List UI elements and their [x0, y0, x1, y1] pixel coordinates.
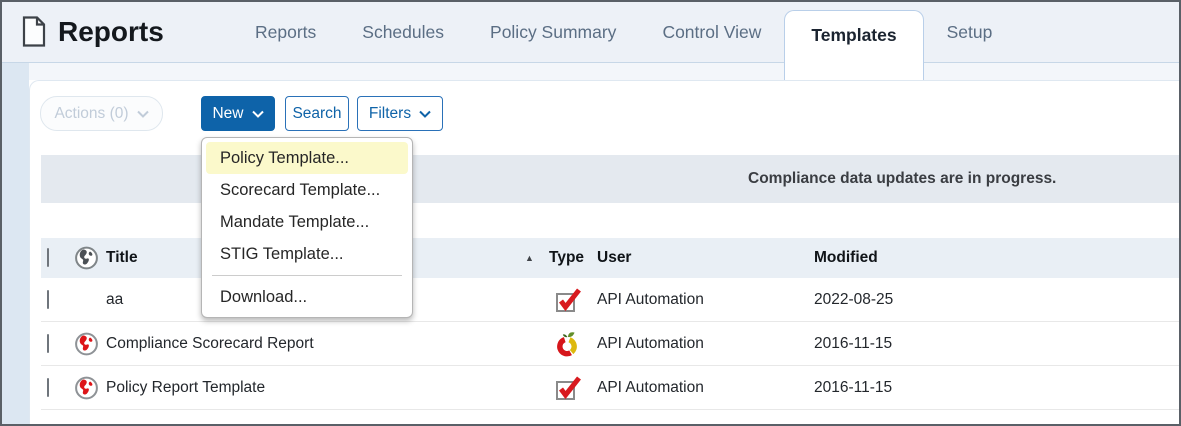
- filters-button-label: Filters: [368, 104, 412, 122]
- policy-template-icon: [555, 375, 582, 401]
- global-column-icon: [74, 246, 99, 271]
- filters-button[interactable]: Filters: [357, 96, 443, 131]
- search-button-label: Search: [292, 104, 342, 122]
- template-title[interactable]: aa: [106, 291, 123, 309]
- document-icon: [22, 16, 46, 47]
- tab-bar: Reports Schedules Policy Summary Control…: [232, 2, 1016, 82]
- global-template-icon: [74, 375, 99, 400]
- menu-item[interactable]: Download...: [206, 281, 408, 313]
- template-modified: 2016-11-15: [814, 334, 893, 352]
- column-header-type[interactable]: Type: [549, 249, 584, 267]
- column-header-user[interactable]: User: [597, 249, 631, 267]
- table-row[interactable]: Compliance Scorecard Report API Automati…: [41, 322, 1179, 366]
- header-bar: Reports Reports Schedules Policy Summary…: [2, 2, 1179, 82]
- row-checkbox[interactable]: [47, 333, 49, 353]
- new-button[interactable]: New: [201, 96, 275, 131]
- actions-button-label: Actions (0): [54, 104, 129, 122]
- menu-divider: [212, 275, 402, 276]
- search-button[interactable]: Search: [285, 96, 349, 131]
- menu-item[interactable]: Policy Template...: [206, 142, 408, 174]
- global-template-icon: [74, 331, 99, 356]
- template-user: API Automation: [597, 290, 704, 308]
- content-panel: Actions (0) New Search Filters Complianc…: [29, 80, 1179, 424]
- scorecard-template-icon: [555, 330, 580, 357]
- column-header-title[interactable]: Title: [106, 249, 138, 267]
- select-all-checkbox[interactable]: [47, 248, 49, 267]
- template-user: API Automation: [597, 334, 704, 352]
- app-window: Reports Reports Schedules Policy Summary…: [0, 0, 1181, 426]
- template-modified: 2022-08-25: [814, 290, 894, 308]
- chevron-down-icon: [251, 110, 264, 118]
- policy-template-icon: [555, 287, 582, 313]
- tab[interactable]: Schedules: [339, 2, 467, 62]
- sort-ascending-icon[interactable]: ▲: [525, 253, 534, 263]
- table-row[interactable]: Policy Report Template API Automation 20…: [41, 366, 1179, 410]
- tab[interactable]: Policy Summary: [467, 2, 639, 62]
- new-button-label: New: [212, 104, 244, 122]
- chevron-down-icon: [419, 110, 431, 118]
- template-title[interactable]: Compliance Scorecard Report: [106, 335, 314, 353]
- left-margin-strip: [2, 63, 29, 424]
- header-subband: [2, 63, 1179, 80]
- tab[interactable]: Setup: [924, 2, 1016, 62]
- chevron-down-icon: [136, 110, 149, 118]
- tab[interactable]: Control View: [639, 2, 784, 62]
- template-modified: 2016-11-15: [814, 378, 893, 396]
- template-user: API Automation: [597, 378, 704, 396]
- menu-item[interactable]: Scorecard Template...: [206, 174, 408, 206]
- column-header-modified[interactable]: Modified: [814, 249, 878, 267]
- tab[interactable]: Reports: [232, 2, 339, 62]
- menu-item[interactable]: Mandate Template...: [206, 206, 408, 238]
- menu-item[interactable]: STIG Template...: [206, 238, 408, 270]
- row-checkbox[interactable]: [47, 377, 49, 397]
- actions-button[interactable]: Actions (0): [40, 96, 163, 131]
- new-dropdown-menu: Policy Template... Scorecard Template...…: [201, 137, 413, 318]
- notification-message: Compliance data updates are in progress.: [748, 170, 1057, 187]
- tab[interactable]: Templates: [784, 10, 924, 82]
- template-title[interactable]: Policy Report Template: [106, 379, 265, 397]
- row-checkbox[interactable]: [47, 289, 49, 309]
- page-title: Reports: [58, 16, 164, 47]
